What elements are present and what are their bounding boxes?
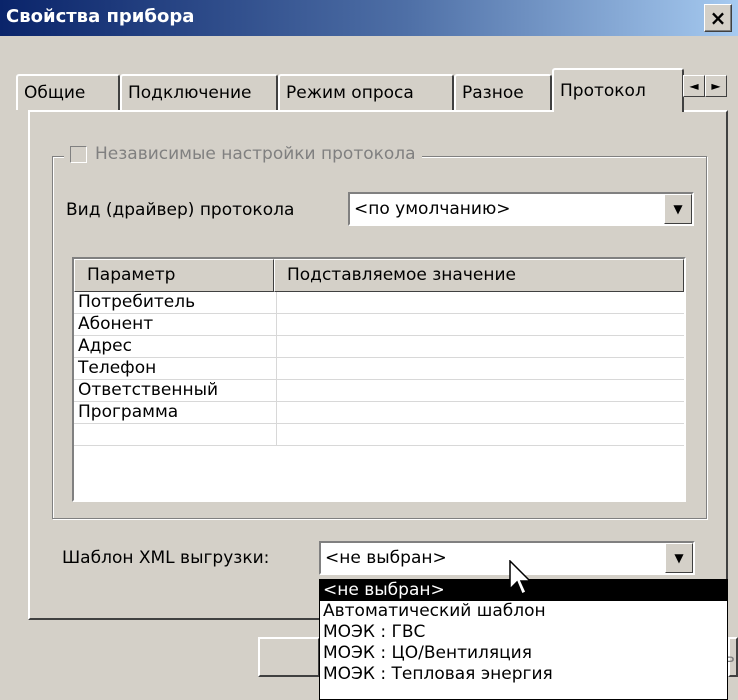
- table-row[interactable]: Адрес: [74, 336, 684, 358]
- tab-general[interactable]: Общие: [16, 74, 120, 110]
- parameter-cell: Адрес: [74, 336, 277, 357]
- parameter-cell: Телефон: [74, 358, 277, 379]
- driver-value: <по умолчанию>: [354, 199, 511, 219]
- value-cell[interactable]: [277, 358, 281, 379]
- table-row[interactable]: [74, 424, 684, 446]
- window-title: Свойства прибора: [6, 6, 195, 27]
- table-row[interactable]: Абонент: [74, 314, 684, 336]
- dropdown-arrow-icon[interactable]: ▼: [664, 194, 692, 224]
- dropdown-option[interactable]: Автоматический шаблон: [320, 601, 727, 622]
- table-row[interactable]: Программа: [74, 402, 684, 424]
- independent-settings-label: Независимые настройки протокола: [95, 144, 416, 164]
- mouse-cursor-icon: [509, 560, 532, 596]
- tab-polling-mode[interactable]: Режим опроса: [278, 74, 454, 110]
- parameter-cell: [74, 424, 277, 445]
- close-icon: ×: [709, 6, 727, 30]
- parameter-cell: Ответственный: [74, 380, 277, 401]
- dropdown-option[interactable]: МОЭК : ГВС: [320, 622, 727, 643]
- tab-misc[interactable]: Разное: [454, 74, 552, 110]
- xml-template-value: <не выбран>: [325, 548, 447, 568]
- table-row[interactable]: Потребитель: [74, 292, 684, 314]
- tab-scroll-right-button[interactable]: ►: [705, 75, 727, 97]
- parameter-cell: Абонент: [74, 314, 277, 335]
- tab-scroll-left-button[interactable]: ◄: [683, 75, 705, 97]
- tab-label: Общие: [24, 83, 86, 103]
- xml-template-label: Шаблон XML выгрузки:: [62, 548, 270, 568]
- arrow-left-icon: ◄: [689, 79, 699, 93]
- tab-protocol[interactable]: Протокол: [552, 68, 684, 112]
- dropdown-option[interactable]: МОЭК : Тепловая энергия: [320, 664, 727, 685]
- table-header: Параметр Подставляемое значение: [74, 259, 684, 292]
- tab-label: Протокол: [560, 81, 646, 101]
- driver-label: Вид (драйвер) протокола: [66, 200, 295, 220]
- table-row[interactable]: Телефон: [74, 358, 684, 380]
- value-cell[interactable]: [277, 424, 281, 445]
- ok-button[interactable]: [258, 637, 320, 677]
- value-cell[interactable]: [277, 402, 281, 423]
- driver-combobox[interactable]: <по умолчанию> ▼: [348, 192, 694, 226]
- xml-template-combobox[interactable]: <не выбран> ▼: [319, 541, 695, 575]
- table-row[interactable]: Ответственный: [74, 380, 684, 402]
- parameters-table[interactable]: Параметр Подставляемое значение Потребит…: [72, 257, 686, 502]
- value-cell[interactable]: [277, 336, 281, 357]
- tab-label: Подключение: [128, 83, 252, 103]
- value-cell[interactable]: [277, 314, 281, 335]
- close-button[interactable]: ×: [704, 4, 732, 32]
- column-header-value[interactable]: Подставляемое значение: [274, 259, 684, 292]
- dropdown-arrow-icon[interactable]: ▼: [665, 543, 693, 573]
- parameter-cell: Потребитель: [74, 292, 277, 313]
- checkbox-icon: [70, 145, 87, 163]
- column-header-parameter[interactable]: Параметр: [74, 259, 274, 292]
- tab-label: Разное: [462, 83, 524, 103]
- title-bar: Свойства прибора ×: [0, 0, 738, 36]
- value-cell[interactable]: [277, 380, 281, 401]
- independent-settings-checkbox[interactable]: Независимые настройки протокола: [64, 144, 422, 164]
- parameter-cell: Программа: [74, 402, 277, 423]
- value-cell[interactable]: [277, 292, 281, 313]
- tab-connection[interactable]: Подключение: [120, 74, 278, 110]
- arrow-right-icon: ►: [711, 79, 721, 93]
- dropdown-option[interactable]: МОЭК : ЦО/Вентиляция: [320, 643, 727, 664]
- tab-label: Режим опроса: [286, 83, 414, 103]
